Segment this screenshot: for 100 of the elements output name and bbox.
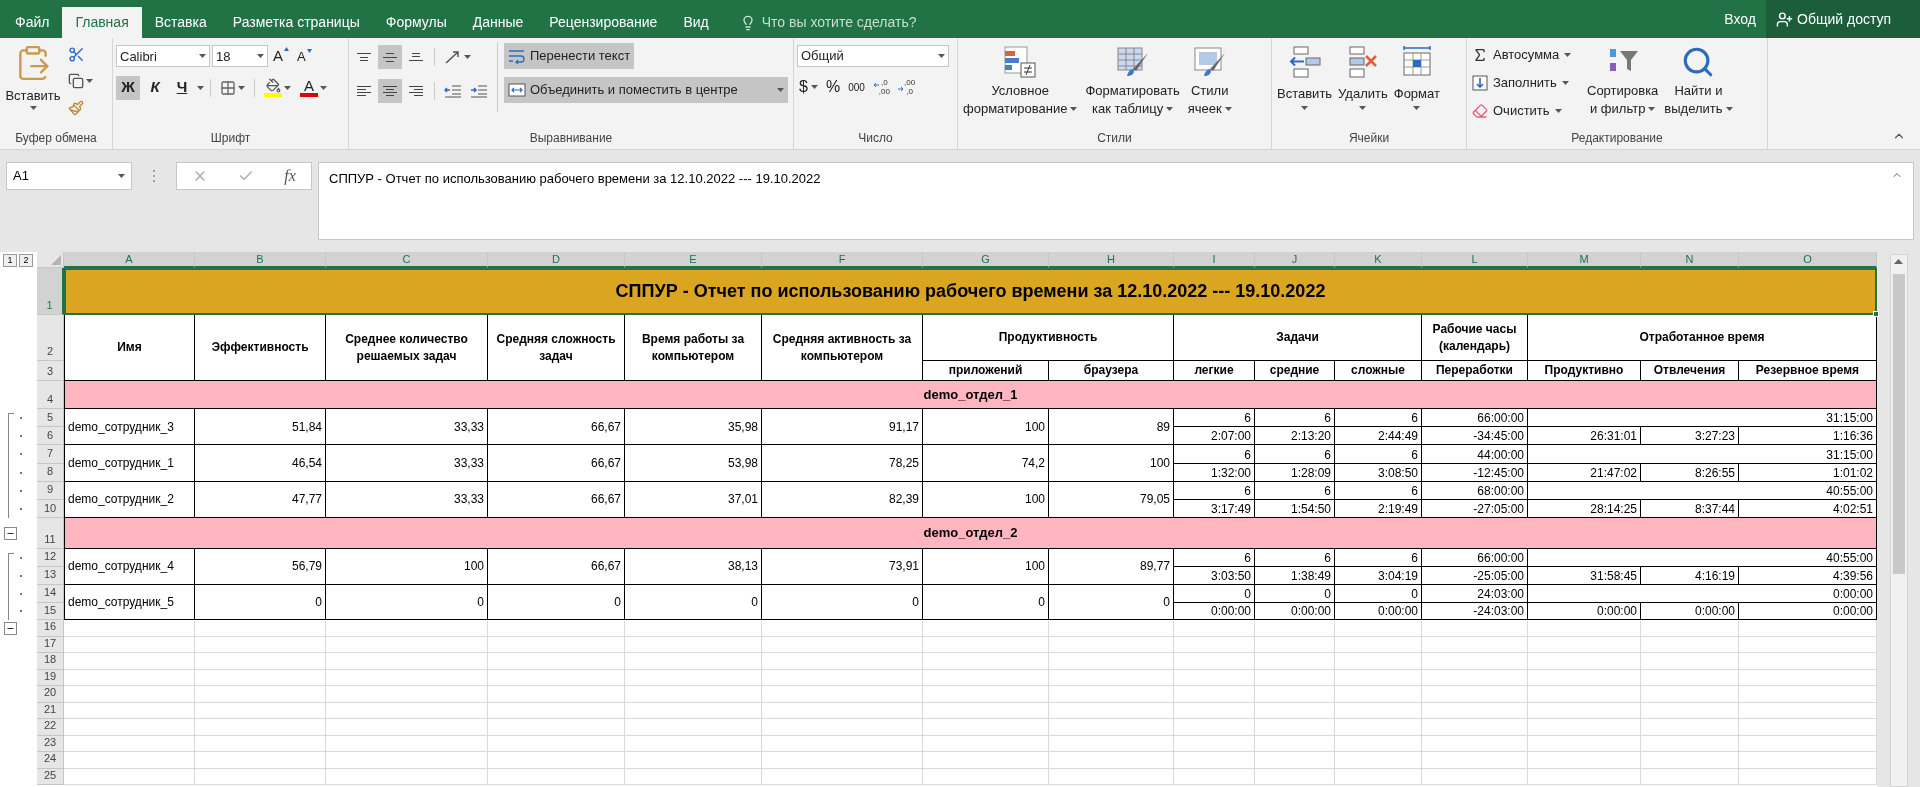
row-header[interactable]: 4 [37,381,64,409]
empty-cell[interactable] [625,735,762,753]
empty-cell[interactable] [1528,752,1641,769]
column-header[interactable]: D [488,252,625,268]
collapse-group-button[interactable] [4,622,17,636]
insert-function-button[interactable]: fx [284,164,296,188]
column-header[interactable]: J [1255,252,1335,268]
empty-cell[interactable] [1528,735,1641,753]
empty-cell[interactable] [1335,653,1422,670]
empty-cell[interactable] [1335,686,1422,703]
empty-cell[interactable] [1739,686,1877,703]
empty-cell[interactable] [1255,686,1335,703]
empty-cell[interactable] [326,653,488,670]
empty-cell[interactable] [1641,620,1739,637]
share-button[interactable]: Общий доступ [1766,0,1920,38]
row-header[interactable]: 20 [37,686,64,703]
editing-menu-button[interactable]: Автосумма [1470,42,1585,68]
scrollbar-thumb[interactable] [1892,274,1905,574]
ribbon-tab[interactable]: Главная [62,7,142,38]
empty-cell[interactable] [1255,752,1335,769]
empty-cell[interactable] [1528,768,1641,786]
empty-cell[interactable] [1422,768,1528,786]
empty-cell[interactable] [195,669,326,687]
empty-cell[interactable] [1049,768,1174,786]
empty-cell[interactable] [1255,669,1335,687]
bold-button[interactable]: Ж [116,75,140,100]
empty-cell[interactable] [326,636,488,654]
empty-cell[interactable] [1049,620,1174,637]
collapse-group-button[interactable] [4,527,17,541]
column-header[interactable]: O [1739,252,1877,268]
fill-handle[interactable] [1873,311,1879,317]
name-box[interactable]: A1 [6,162,132,190]
empty-cell[interactable] [1739,719,1877,736]
empty-cell[interactable] [195,719,326,736]
empty-cell[interactable] [1422,669,1528,687]
empty-cell[interactable] [1174,719,1255,736]
empty-cell[interactable] [1422,686,1528,703]
column-header[interactable]: E [625,252,762,268]
empty-cell[interactable] [1174,620,1255,637]
row-header[interactable]: 2 [37,315,64,361]
empty-cell[interactable] [1174,653,1255,670]
column-header[interactable]: M [1528,252,1641,268]
empty-cell[interactable] [1422,620,1528,637]
empty-cell[interactable] [1174,686,1255,703]
column-header[interactable]: G [923,252,1049,268]
font-color-button[interactable]: A [297,75,330,100]
empty-cell[interactable] [1528,719,1641,736]
row-header[interactable]: 12 [37,549,64,567]
ribbon-tab[interactable]: Рецензирование [536,7,671,38]
empty-cell[interactable] [1422,752,1528,769]
row-header[interactable]: 18 [37,653,64,670]
ribbon-tab[interactable]: Файл [2,7,63,38]
formula-field[interactable]: СППУР - Отчет по использованию рабочего времени за 12.10.2022 --- 19.10.2022 [318,162,1914,240]
empty-cell[interactable] [923,735,1049,753]
scroll-up-icon[interactable] [1894,259,1903,264]
editing-menu-button[interactable]: Очистить [1470,98,1585,124]
increase-font-button[interactable]: A [270,45,292,68]
empty-cell[interactable] [1422,653,1528,670]
font-name-field[interactable]: Calibri [116,45,210,68]
empty-cell[interactable] [625,768,762,786]
empty-cell[interactable] [326,669,488,687]
empty-cell[interactable] [1174,702,1255,720]
decrease-decimal-button[interactable]: ,00 ,0 [895,75,918,99]
empty-cell[interactable] [1422,735,1528,753]
empty-cell[interactable] [488,636,625,654]
empty-cell[interactable] [625,752,762,769]
empty-cell[interactable] [1641,768,1739,786]
number-style-button[interactable]: $ [797,75,820,99]
empty-cell[interactable] [1641,719,1739,736]
cells-menu-button[interactable]: Формат [1391,42,1442,110]
column-header[interactable]: F [762,252,923,268]
empty-cell[interactable] [488,702,625,720]
outline-level-button[interactable]: 2 [19,253,33,267]
column-header[interactable]: C [326,252,488,268]
empty-cell[interactable] [762,653,923,670]
empty-cell[interactable] [1335,636,1422,654]
empty-cell[interactable] [488,669,625,687]
empty-cell[interactable] [195,768,326,786]
empty-cell[interactable] [762,620,923,637]
column-header[interactable]: B [195,252,326,268]
number-style-button[interactable]: 000 [846,75,867,99]
row-header[interactable]: 6 [37,427,64,446]
empty-cell[interactable] [1641,636,1739,654]
row-header[interactable]: 24 [37,752,64,769]
empty-cell[interactable] [923,686,1049,703]
row-header[interactable]: 11 [37,518,64,550]
ribbon-tab[interactable]: Вид [670,7,722,38]
empty-cell[interactable] [1422,636,1528,654]
empty-cell[interactable] [488,653,625,670]
empty-cell[interactable] [1049,735,1174,753]
empty-cell[interactable] [1335,719,1422,736]
row-header[interactable]: 1 [37,268,64,315]
empty-cell[interactable] [923,752,1049,769]
empty-cell[interactable] [326,768,488,786]
empty-cell[interactable] [1049,752,1174,769]
empty-cell[interactable] [326,620,488,637]
column-header[interactable]: L [1422,252,1528,268]
empty-cell[interactable] [1049,636,1174,654]
empty-cell[interactable] [1641,686,1739,703]
empty-cell[interactable] [1641,735,1739,753]
